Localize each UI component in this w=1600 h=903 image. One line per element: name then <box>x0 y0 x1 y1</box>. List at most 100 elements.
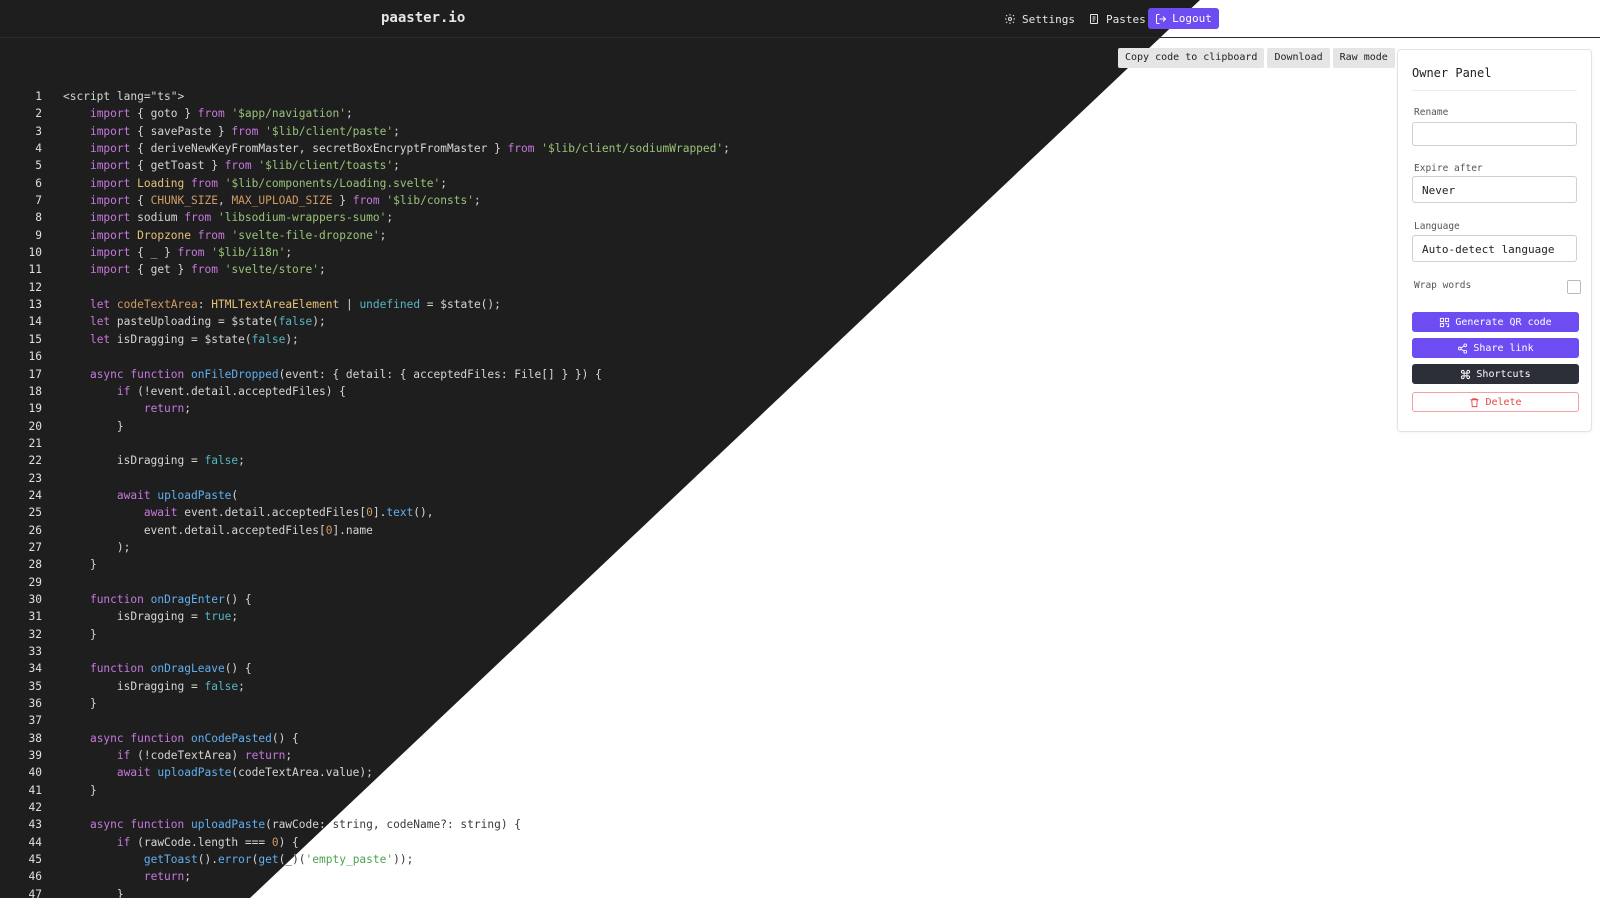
code-text: if (!event.detail.acceptedFiles) { <box>116 384 346 398</box>
delete-button[interactable]: Delete <box>1412 392 1579 412</box>
code-line: 19 return; <box>0 400 730 417</box>
line-number: 27 <box>28 540 42 554</box>
line-number: 10 <box>28 246 42 260</box>
line-number: 21 <box>28 436 42 450</box>
line-number: 22 <box>28 454 42 468</box>
code-text: await uploadPaste(codeTextArea.value); <box>116 766 373 780</box>
code-text: function onDragEnter() { <box>89 592 252 606</box>
code-text: let pasteUploading = $state(false); <box>89 315 326 329</box>
line-number: 36 <box>28 697 42 711</box>
line-number: 28 <box>28 558 42 572</box>
code-text: return; <box>143 870 191 884</box>
generate-qr-button[interactable]: Generate QR code <box>1412 312 1579 332</box>
code-text: ); <box>63 540 131 554</box>
language-label: Language <box>1414 221 1460 232</box>
line-number: 46 <box>28 870 42 884</box>
raw-mode-button[interactable]: Raw mode <box>1332 48 1395 68</box>
line-number: 32 <box>28 627 42 641</box>
logout-button[interactable]: Logout <box>1148 8 1219 29</box>
code-line: 4 import { deriveNewKeyFromMaster, secre… <box>0 140 730 157</box>
line-number: 1 <box>35 90 42 103</box>
code-line: 26 event.detail.acceptedFiles[0].name <box>0 522 730 539</box>
share-link-label: Share link <box>1473 342 1534 354</box>
code-text: import { goto } from '$app/navigation'; <box>89 107 353 121</box>
line-number: 31 <box>28 610 42 624</box>
code-line: 22 isDragging = false; <box>0 452 730 469</box>
line-number: 12 <box>28 280 42 294</box>
qr-code-icon <box>1440 317 1450 327</box>
line-number: 20 <box>28 419 42 433</box>
line-number: 16 <box>28 350 42 364</box>
code-text: import { CHUNK_SIZE, MAX_UPLOAD_SIZE } f… <box>89 194 481 208</box>
code-line: 13 let codeTextArea: HTMLTextAreaElement… <box>0 296 730 313</box>
code-line: 6 import Loading from '$lib/components/L… <box>0 175 730 192</box>
line-number: 19 <box>28 402 42 416</box>
code-line: 11 import { get } from 'svelte/store'; <box>0 261 730 278</box>
line-number: 30 <box>28 592 42 606</box>
code-text: if (rawCode.length === 0) { <box>116 835 299 849</box>
brand-logo[interactable]: paaster.io <box>381 10 465 26</box>
wrap-words-checkbox[interactable] <box>1567 280 1581 294</box>
rename-input[interactable] <box>1412 122 1577 146</box>
code-line: 2 import { goto } from '$app/navigation'… <box>0 105 730 122</box>
code-line: 5 import { getToast } from '$lib/client/… <box>0 157 730 174</box>
line-number: 41 <box>28 783 42 797</box>
share-link-button[interactable]: Share link <box>1412 338 1579 358</box>
line-number: 13 <box>28 298 42 312</box>
line-number: 35 <box>28 679 42 693</box>
code-text: isDragging = true; <box>63 610 239 624</box>
code-text: } <box>63 558 97 572</box>
line-number: 38 <box>28 731 42 745</box>
settings-label: Settings <box>1022 12 1075 26</box>
code-line: 9 import Dropzone from 'svelte-file-drop… <box>0 227 730 244</box>
line-number: 7 <box>35 194 42 208</box>
line-number: 43 <box>28 818 42 832</box>
code-text: } <box>63 887 124 901</box>
command-icon <box>1461 369 1471 379</box>
line-number: 14 <box>28 315 42 329</box>
code-line: 20 } <box>0 418 730 435</box>
code-text: function onDragLeave() { <box>89 662 252 676</box>
line-number: 4 <box>35 142 42 156</box>
code-line: 14 let pasteUploading = $state(false); <box>0 313 730 330</box>
code-text: import { get } from 'svelte/store'; <box>89 263 326 277</box>
pastes-link[interactable]: Pastes <box>1088 10 1146 28</box>
code-text: event.detail.acceptedFiles[0].name <box>63 523 373 537</box>
expire-select[interactable]: Never <box>1412 176 1577 203</box>
code-line: 17 async function onFileDropped(event: {… <box>0 366 730 383</box>
line-number: 8 <box>35 211 42 225</box>
code-line: 12 <box>0 279 730 296</box>
settings-link[interactable]: Settings <box>1004 10 1075 28</box>
code-text: let isDragging = $state(false); <box>89 332 299 346</box>
code-text: import Dropzone from 'svelte-file-dropzo… <box>89 228 387 242</box>
document-icon <box>1090 14 1098 24</box>
rename-label: Rename <box>1414 107 1449 118</box>
code-line: 15 let isDragging = $state(false); <box>0 331 730 348</box>
code-text: <script lang="ts"> <box>63 90 185 103</box>
line-number: 15 <box>28 332 42 346</box>
line-number: 5 <box>35 159 42 173</box>
code-line: 18 if (!event.detail.acceptedFiles) { <box>0 383 730 400</box>
gear-icon <box>1005 14 1015 24</box>
code-text: if (!codeTextArea) return; <box>116 749 293 763</box>
line-number: 3 <box>35 124 42 138</box>
code-text: import { savePaste } from '$lib/client/p… <box>89 124 400 138</box>
line-number: 33 <box>28 645 42 658</box>
panel-title: Owner Panel <box>1412 66 1492 80</box>
code-text: } <box>63 697 97 711</box>
shortcuts-button[interactable]: Shortcuts <box>1412 364 1579 384</box>
code-text: import { deriveNewKeyFromMaster, secretB… <box>89 142 730 156</box>
code-text: import sodium from 'libsodium-wrappers-s… <box>89 211 394 225</box>
copy-code-button[interactable]: Copy code to clipboard <box>1118 48 1265 68</box>
code-line: 23 <box>0 470 730 487</box>
line-number: 17 <box>28 367 42 381</box>
language-select[interactable]: Auto-detect language <box>1412 235 1577 262</box>
line-number: 47 <box>28 887 42 901</box>
code-text: async function onFileDropped(event: { de… <box>89 367 602 381</box>
code-toolbar: Copy code to clipboard Download Raw mode <box>1115 48 1395 68</box>
code-text: isDragging = false; <box>63 454 245 468</box>
code-text: async function onCodePasted() { <box>89 731 299 745</box>
code-text: await uploadPaste( <box>116 488 239 502</box>
code-text: await event.detail.acceptedFiles[0].text… <box>143 506 434 520</box>
download-button[interactable]: Download <box>1267 48 1330 68</box>
